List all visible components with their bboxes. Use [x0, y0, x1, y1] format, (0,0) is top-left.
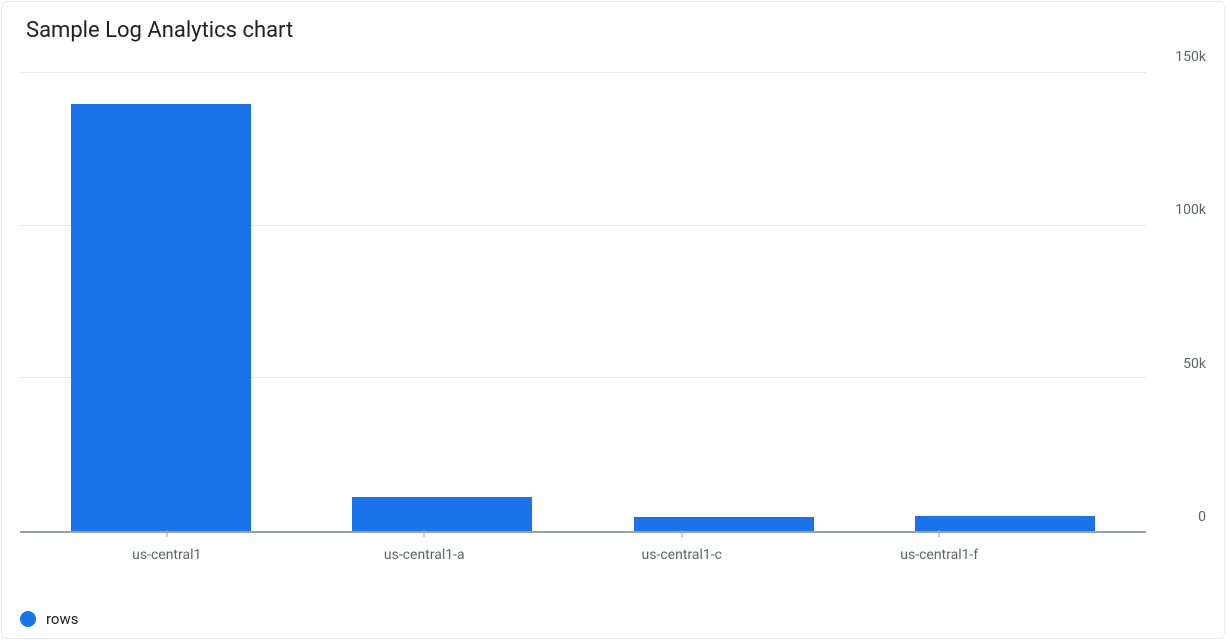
bar[interactable]: [634, 517, 814, 531]
bar-slot: [20, 73, 302, 531]
bar[interactable]: [71, 104, 251, 531]
y-axis-ticks: 050k100k150k: [1152, 73, 1206, 533]
x-tick-label: us-central1-a: [384, 541, 465, 563]
chart-title: Sample Log Analytics chart: [2, 18, 1224, 43]
x-tick: us-central1-f: [811, 541, 1069, 563]
x-tick-label: us-central1: [132, 541, 201, 563]
y-tick-label: 0: [1198, 509, 1206, 525]
x-tick-label: us-central1-f: [900, 541, 978, 563]
chart-card: Sample Log Analytics chart us-central1 us…: [1, 1, 1225, 639]
legend-label: rows: [46, 610, 79, 628]
bar[interactable]: [352, 497, 532, 531]
x-tick: us-central1-a: [296, 541, 554, 563]
x-tick-label: us-central1-c: [642, 541, 722, 563]
bars-container: [20, 73, 1146, 531]
bar-slot: [302, 73, 584, 531]
bar-slot: [865, 73, 1147, 531]
x-tick: us-central1: [38, 541, 296, 563]
y-tick-label: 150k: [1175, 49, 1206, 65]
chart-legend: rows: [20, 610, 79, 628]
bar[interactable]: [915, 516, 1095, 531]
y-tick-label: 50k: [1183, 356, 1206, 372]
y-tick-label: 100k: [1175, 202, 1206, 218]
plot-area: us-central1us-central1-aus-central1-cus-…: [2, 73, 1224, 533]
plot-bars-area: us-central1us-central1-aus-central1-cus-…: [20, 73, 1146, 533]
x-tick: us-central1-c: [553, 541, 811, 563]
x-axis-ticks: us-central1 us-central1-a us-central1-c us-…: [38, 541, 1068, 563]
bar-slot: [583, 73, 865, 531]
legend-marker-icon: [20, 611, 36, 627]
